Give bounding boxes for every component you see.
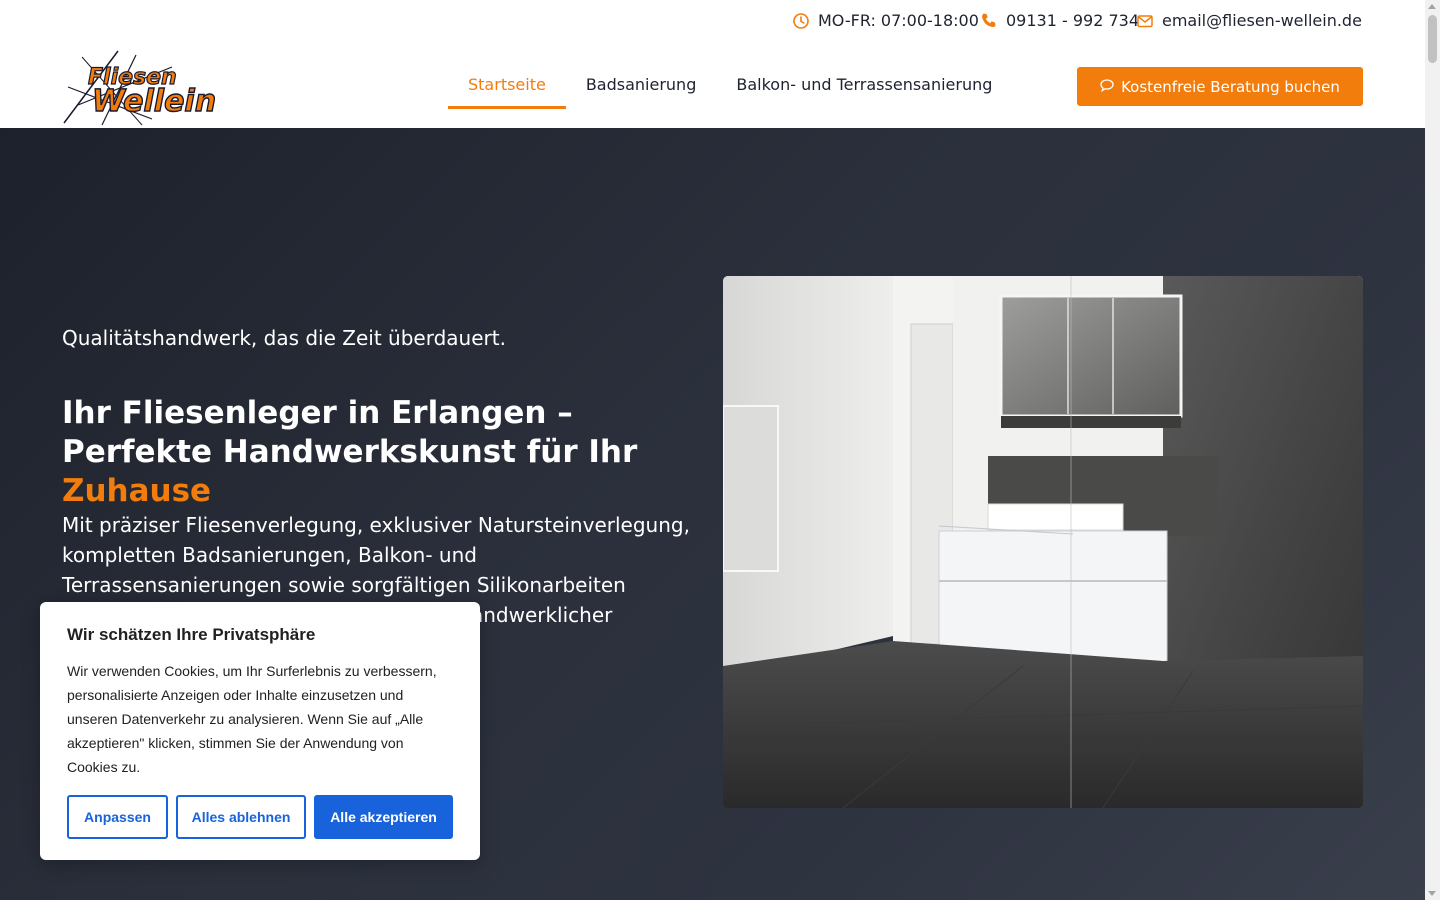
clock-icon <box>792 12 810 30</box>
chat-icon <box>1100 78 1115 96</box>
hero-headline: Ihr Fliesenleger in Erlangen – Perfekte … <box>62 394 702 511</box>
opening-hours-text: MO-FR: 07:00-18:00 <box>818 11 979 30</box>
site-header: Fliesen Wellein Startseite Badsanierung … <box>0 42 1425 128</box>
envelope-icon <box>1136 12 1154 30</box>
email-text: email@fliesen-wellein.de <box>1162 11 1362 30</box>
phone-text: 09131 - 992 734 <box>1006 11 1140 30</box>
page-scrollbar[interactable] <box>1425 0 1440 900</box>
cookie-reject-all-button[interactable]: Alles ablehnen <box>176 795 306 839</box>
free-consultation-button[interactable]: Kostenfreie Beratung buchen <box>1077 67 1363 106</box>
cookie-text: Wir verwenden Cookies, um Ihr Surferlebn… <box>67 663 437 775</box>
nav-item-startseite[interactable]: Startseite <box>448 64 566 109</box>
site-logo[interactable]: Fliesen Wellein <box>62 47 228 127</box>
scroll-down-arrow-icon[interactable] <box>1428 891 1436 896</box>
hero-headline-main: Ihr Fliesenleger in Erlangen – Perfekte … <box>62 395 638 470</box>
cookie-title: Wir schätzen Ihre Privatsphäre <box>67 625 316 644</box>
main-nav: Startseite Badsanierung Balkon- und Terr… <box>448 64 1012 109</box>
top-info-bar: MO-FR: 07:00-18:00 09131 - 992 734 email… <box>0 0 1425 42</box>
email-link[interactable]: email@fliesen-wellein.de <box>1136 11 1362 30</box>
cookie-customize-button[interactable]: Anpassen <box>67 795 168 839</box>
logo-text-bottom: Wellein <box>92 84 216 119</box>
free-consultation-label: Kostenfreie Beratung buchen <box>1121 77 1340 96</box>
scrollbar-thumb[interactable] <box>1428 15 1437 63</box>
phone-link[interactable]: 09131 - 992 734 <box>980 11 1139 30</box>
opening-hours: MO-FR: 07:00-18:00 <box>792 11 979 30</box>
scroll-up-arrow-icon[interactable] <box>1428 4 1436 9</box>
cookie-accept-all-button[interactable]: Alle akzeptieren <box>314 795 453 839</box>
bathroom-photo <box>723 276 1363 808</box>
hero-headline-accent: Zuhause <box>62 473 212 509</box>
nav-item-balkon-terrassensanierung[interactable]: Balkon- und Terrassensanierung <box>716 64 1012 109</box>
hero-eyebrow: Qualitätshandwerk, das die Zeit überdaue… <box>62 326 506 350</box>
nav-item-badsanierung[interactable]: Badsanierung <box>566 64 717 109</box>
phone-icon <box>980 12 998 30</box>
cookie-consent-banner: Wir schätzen Ihre Privatsphäre Wir verwe… <box>40 602 480 860</box>
